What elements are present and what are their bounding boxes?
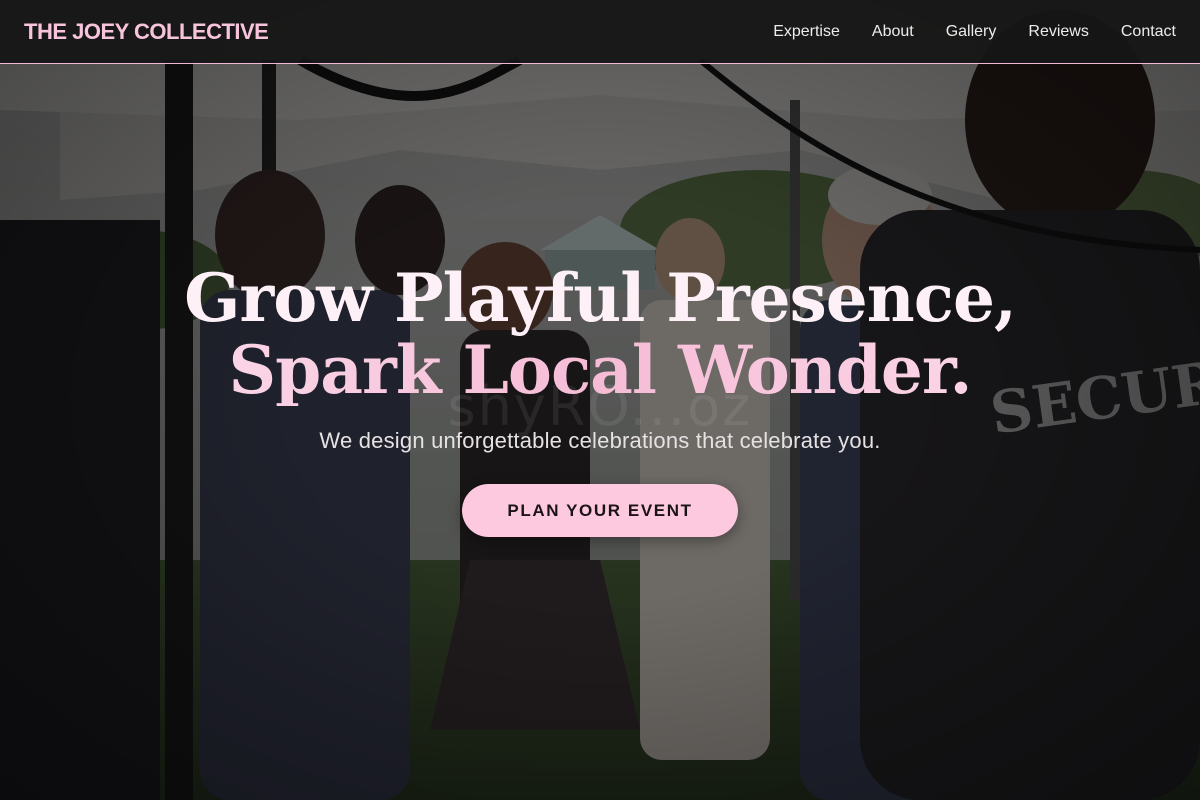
nav-item-gallery: Gallery [946, 23, 997, 41]
nav-item-expertise: Expertise [773, 23, 840, 41]
top-navbar: THE JOEY COLLECTIVE Expertise About Gall… [0, 0, 1200, 64]
nav-link-reviews[interactable]: Reviews [1028, 23, 1088, 40]
nav-link-gallery[interactable]: Gallery [946, 23, 997, 40]
hero-headline: Grow Playful Presence, Spark Local Wonde… [0, 262, 1200, 406]
nav-menu: Expertise About Gallery Reviews Contact [773, 23, 1176, 41]
hero-section: Grow Playful Presence, Spark Local Wonde… [0, 262, 1200, 537]
hero-subtitle: We design unforgettable celebrations tha… [319, 428, 881, 453]
nav-item-about: About [872, 23, 914, 41]
brand-logo-link[interactable]: THE JOEY COLLECTIVE [24, 19, 269, 45]
page: SECURITY shyRO...oz THE JOEY COLLECTIVE … [0, 0, 1200, 800]
nav-item-contact: Contact [1121, 23, 1176, 41]
nav-link-expertise[interactable]: Expertise [773, 23, 840, 40]
plan-event-button[interactable]: PLAN YOUR EVENT [462, 484, 738, 537]
nav-item-reviews: Reviews [1028, 23, 1088, 41]
hero-headline-line2: Spark Local Wonder. [0, 334, 1200, 406]
nav-link-contact[interactable]: Contact [1121, 23, 1176, 40]
nav-link-about[interactable]: About [872, 23, 914, 40]
hero-headline-line1: Grow Playful Presence, [184, 259, 1017, 337]
